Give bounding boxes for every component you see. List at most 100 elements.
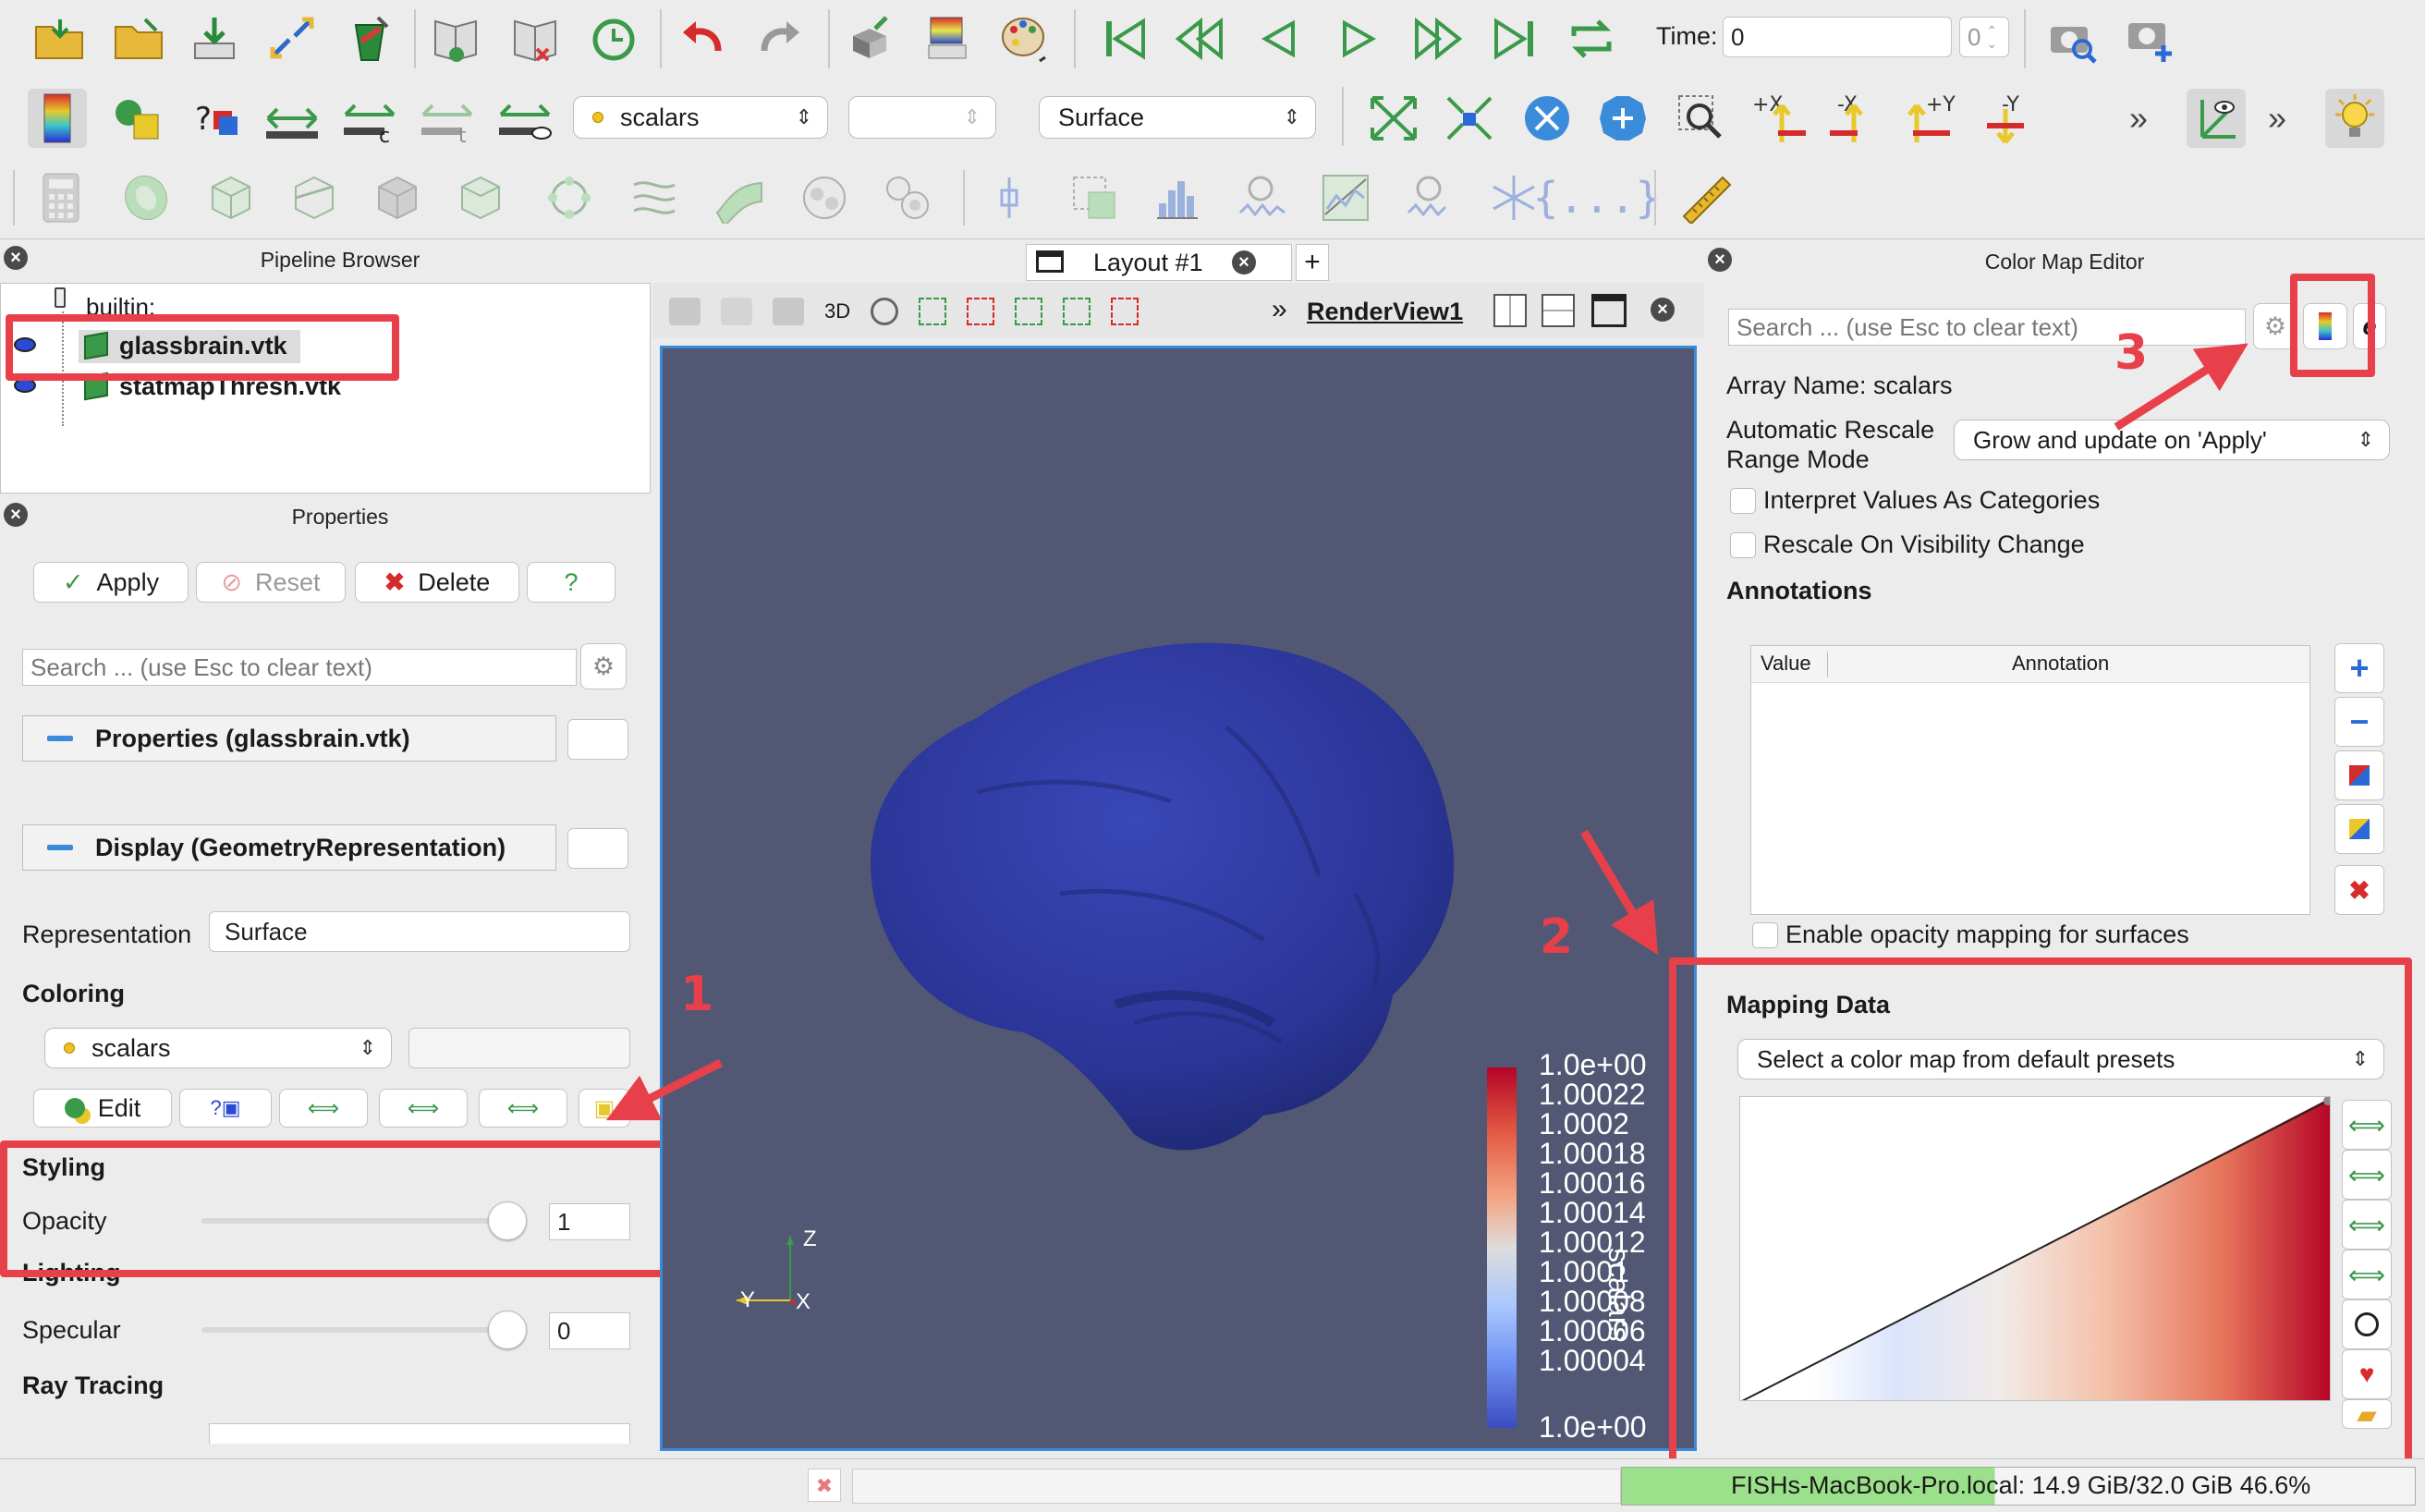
add-annotation-icon[interactable]: + bbox=[2334, 643, 2384, 693]
extract-subset-icon[interactable] bbox=[451, 168, 510, 227]
calculator-icon[interactable] bbox=[31, 168, 91, 227]
rescale-visibility-checkbox[interactable] bbox=[1730, 532, 1756, 558]
advanced-settings-button[interactable]: ⚙ bbox=[580, 643, 627, 689]
recent-folder-icon[interactable] bbox=[109, 9, 168, 68]
select-block-icon[interactable] bbox=[1063, 298, 1091, 325]
clear-output-icon[interactable]: ✖ bbox=[808, 1469, 841, 1502]
orientation-axes-icon[interactable] bbox=[2187, 89, 2246, 148]
edit-color-map-button[interactable]: Edit bbox=[33, 1089, 172, 1128]
rescale-custom-button[interactable]: ⟺ bbox=[379, 1089, 468, 1128]
properties-search-input[interactable]: Search ... (use Esc to clear text) bbox=[22, 649, 577, 686]
representation-combo[interactable]: Surface bbox=[209, 911, 630, 952]
layout-tab[interactable]: Layout #1 × bbox=[1026, 244, 1292, 281]
color-legend-icon[interactable] bbox=[919, 9, 978, 68]
more-chevron-icon-2[interactable]: » bbox=[2248, 89, 2307, 148]
view-more-icon[interactable]: » bbox=[1272, 294, 1287, 325]
representation-combo[interactable]: Surface ⇕ bbox=[1039, 96, 1316, 139]
zoom-to-box-icon[interactable] bbox=[1593, 89, 1652, 148]
view-plus-y-icon[interactable]: +Y bbox=[1906, 89, 1965, 148]
rescale-mode-combo[interactable]: Grow and update on 'Apply' ⇕ bbox=[1954, 420, 2390, 460]
capture-selection-icon[interactable] bbox=[669, 298, 701, 325]
time-input[interactable]: 0 bbox=[1723, 17, 1952, 57]
close-tab-icon[interactable]: × bbox=[1232, 250, 1256, 274]
add-active-values-icon[interactable] bbox=[2334, 750, 2384, 800]
zoom-to-box-magnifier-icon[interactable] bbox=[1673, 89, 1732, 148]
view-minus-x-icon[interactable]: -X bbox=[1826, 89, 1885, 148]
save-data-icon[interactable] bbox=[185, 9, 244, 68]
view-plus-x-icon[interactable]: +X bbox=[1750, 89, 1810, 148]
toggle-3d-button[interactable]: 3D bbox=[824, 299, 850, 323]
close-view-icon[interactable]: × bbox=[1651, 298, 1675, 322]
zoom-magnifier-icon[interactable] bbox=[871, 298, 899, 325]
copy-properties-icon[interactable] bbox=[567, 719, 628, 760]
interactive-select-icon[interactable] bbox=[1111, 298, 1139, 325]
undo-icon[interactable] bbox=[673, 9, 732, 68]
delete-button[interactable]: ✖ Delete bbox=[355, 562, 519, 603]
col-value-header[interactable]: Value bbox=[1761, 652, 1811, 676]
reset-camera-icon[interactable] bbox=[1364, 89, 1423, 148]
color-map-toggle-icon[interactable] bbox=[28, 89, 87, 148]
camera-link-icon[interactable] bbox=[841, 9, 900, 68]
cme-search-input[interactable]: Search ... (use Esc to clear text) bbox=[1728, 309, 2246, 346]
specular-slider-track[interactable] bbox=[201, 1327, 506, 1333]
color-by-combo[interactable]: scalars ⇕ bbox=[573, 96, 828, 139]
properties-section-header[interactable]: Properties (glassbrain.vtk) bbox=[22, 715, 556, 762]
warp-vector-icon[interactable] bbox=[710, 168, 769, 227]
rescale-visible-icon[interactable] bbox=[495, 89, 554, 148]
more-chevron-icon[interactable]: » bbox=[2109, 89, 2168, 148]
plot-over-line-icon[interactable] bbox=[1316, 168, 1375, 227]
connect-icon[interactable] bbox=[262, 9, 322, 68]
select-points-icon[interactable] bbox=[721, 298, 752, 325]
python-calculator-icon[interactable]: {...} bbox=[1533, 168, 1661, 227]
view-minus-y-icon[interactable]: -Y bbox=[1983, 89, 2042, 148]
first-frame-icon[interactable] bbox=[1096, 9, 1155, 68]
rescale-data-range-icon[interactable] bbox=[262, 89, 322, 148]
edit-color-map-icon[interactable] bbox=[107, 89, 166, 148]
grow-selection-icon[interactable] bbox=[1015, 298, 1043, 325]
stream-tracer-icon[interactable] bbox=[625, 168, 684, 227]
zoom-closest-icon[interactable] bbox=[1440, 89, 1499, 148]
choose-preset-button[interactable]: ?▣ bbox=[179, 1089, 272, 1128]
rescale-temporal-icon[interactable]: t bbox=[418, 89, 477, 148]
camera-capture-icon[interactable] bbox=[773, 298, 804, 325]
glyph-icon[interactable] bbox=[540, 168, 599, 227]
split-horizontal-icon[interactable] bbox=[1493, 294, 1527, 327]
reverse-play-icon[interactable] bbox=[1249, 9, 1309, 68]
raytracing-combo-partial[interactable] bbox=[209, 1423, 630, 1444]
screenshot-icon[interactable] bbox=[2042, 9, 2102, 68]
rescale-custom-range-icon[interactable]: c bbox=[340, 89, 399, 148]
plot-over-time-icon[interactable] bbox=[1233, 168, 1292, 227]
deselect-icon[interactable] bbox=[967, 298, 995, 325]
previous-frame-icon[interactable] bbox=[1172, 9, 1231, 68]
rescale-data-button[interactable]: ⟺ bbox=[279, 1089, 368, 1128]
component-combo[interactable]: ⇕ bbox=[848, 96, 996, 139]
next-frame-icon[interactable] bbox=[1407, 9, 1466, 68]
histogram-icon[interactable] bbox=[1148, 168, 1207, 227]
copy-display-icon[interactable] bbox=[567, 828, 628, 869]
add-visible-values-icon[interactable] bbox=[2334, 804, 2384, 854]
clip-icon[interactable] bbox=[201, 168, 261, 227]
play-icon[interactable] bbox=[1329, 9, 1388, 68]
add-tab-button[interactable]: + bbox=[1296, 244, 1329, 281]
enable-opacity-checkbox[interactable] bbox=[1752, 922, 1778, 948]
probe-over-time-icon[interactable] bbox=[1401, 168, 1460, 227]
specular-input[interactable]: 0 bbox=[549, 1312, 630, 1349]
light-kit-icon[interactable] bbox=[2325, 89, 2384, 148]
ruler-icon[interactable] bbox=[1676, 168, 1736, 227]
select-cells-icon[interactable] bbox=[919, 298, 947, 325]
last-frame-icon[interactable] bbox=[1484, 9, 1543, 68]
reset-session-icon[interactable] bbox=[584, 9, 643, 68]
component-combo[interactable] bbox=[408, 1028, 630, 1068]
palette-icon[interactable] bbox=[996, 9, 1055, 68]
redo-icon[interactable] bbox=[750, 9, 810, 68]
interpret-categories-checkbox[interactable] bbox=[1730, 488, 1756, 514]
loop-icon[interactable] bbox=[1562, 9, 1621, 68]
col-annotation-header[interactable]: Annotation bbox=[2012, 652, 2109, 676]
time-spinbox[interactable]: 0 ⌃ ⌄ bbox=[1959, 17, 2009, 57]
annotations-table[interactable]: Value Annotation bbox=[1750, 645, 2310, 915]
screenshot-add-icon[interactable] bbox=[2120, 9, 2179, 68]
reset-button[interactable]: ⊘ Reset bbox=[196, 562, 346, 603]
remove-annotation-icon[interactable]: − bbox=[2334, 697, 2384, 747]
help-button[interactable]: ? bbox=[527, 562, 615, 603]
zoom-data-icon[interactable] bbox=[1517, 89, 1577, 148]
